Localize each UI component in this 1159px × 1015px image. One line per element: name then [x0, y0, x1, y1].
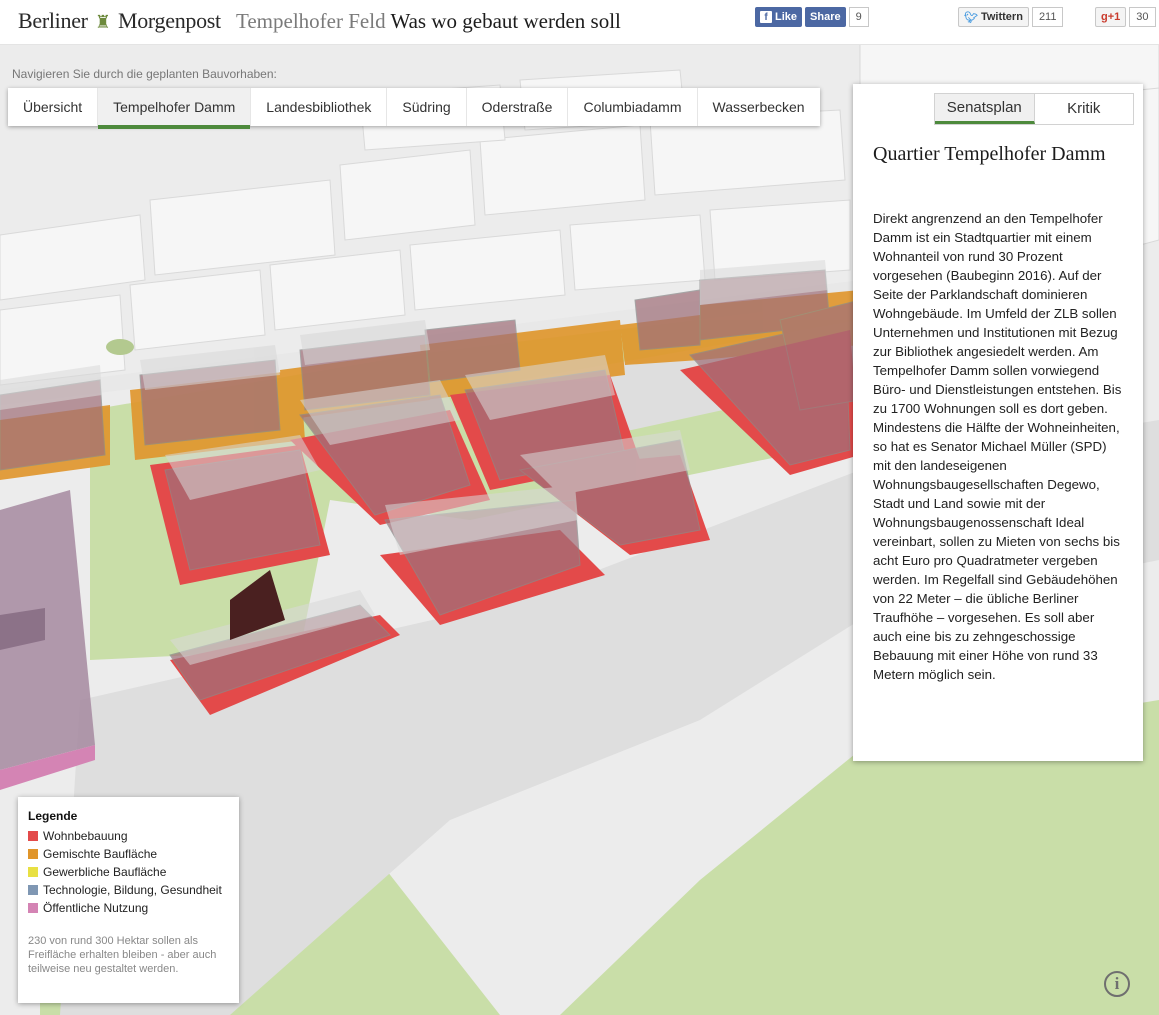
legend-swatch — [28, 903, 38, 913]
tab-senatsplan[interactable]: Senatsplan — [935, 94, 1035, 124]
panel-segmented-control: Senatsplan Kritik — [934, 93, 1134, 125]
logo-left: Berliner — [18, 8, 88, 33]
legend-label: Technologie, Bildung, Gesundheit — [43, 883, 222, 897]
tab-kritik[interactable]: Kritik — [1035, 94, 1134, 124]
twitter-button[interactable]: 🐦︎ Twittern — [958, 7, 1029, 27]
twitter-widget: 🐦︎ Twittern 211 — [958, 7, 1064, 27]
tab-suedring[interactable]: Südring — [387, 88, 467, 126]
site-header: Berliner ♜ Morgenpost Tempelhofer Feld W… — [0, 0, 1159, 45]
facebook-count: 9 — [848, 7, 869, 27]
googleplus-count: 30 — [1129, 7, 1156, 27]
legend-label: Gewerbliche Baufläche — [43, 865, 167, 879]
facebook-share-button[interactable]: Share — [805, 7, 846, 27]
tab-tempelhofer-damm[interactable]: Tempelhofer Damm — [98, 88, 252, 129]
legend-swatch — [28, 867, 38, 877]
twitter-label: Twittern — [980, 11, 1023, 23]
facebook-like-button[interactable]: f Like — [755, 7, 803, 27]
legend-items: Wohnbebauung Gemischte Baufläche Gewerbl… — [28, 827, 222, 917]
googleplus-label: +1 — [1107, 11, 1121, 23]
tab-uebersicht[interactable]: Übersicht — [8, 88, 99, 126]
page-title: Tempelhofer Feld Was wo gebaut werden so… — [236, 9, 621, 34]
legend-label: Gemischte Baufläche — [43, 847, 158, 861]
googleplus-button[interactable]: g +1 — [1095, 7, 1127, 27]
legend-item: Öffentliche Nutzung — [28, 899, 222, 917]
logo[interactable]: Berliner ♜ Morgenpost — [18, 8, 221, 34]
page-title-section: Tempelhofer Feld — [236, 9, 386, 33]
legend-note: 230 von rund 300 Hektar sollen als Freif… — [28, 935, 217, 975]
legend-swatch — [28, 885, 38, 895]
logo-right: Morgenpost — [117, 8, 221, 33]
legend-label: Öffentliche Nutzung — [43, 901, 149, 915]
tab-columbiadamm[interactable]: Columbiadamm — [568, 88, 698, 126]
facebook-icon: f — [760, 11, 772, 23]
legend-swatch — [28, 831, 38, 841]
legend-item: Wohnbebauung — [28, 827, 222, 845]
info-icon[interactable]: i — [1104, 971, 1130, 997]
facebook-share-label: Share — [810, 11, 841, 23]
tab-wasserbecken[interactable]: Wasserbecken — [698, 88, 820, 126]
legend-item: Gemischte Baufläche — [28, 845, 222, 863]
legend: Legende Wohnbebauung Gemischte Baufläche… — [18, 797, 239, 1003]
page-title-main: Was wo gebaut werden soll — [390, 9, 621, 33]
googleplus-icon: g — [1101, 11, 1108, 23]
legend-item: Gewerbliche Baufläche — [28, 863, 222, 881]
info-panel: Senatsplan Kritik Quartier Tempelhofer D… — [853, 84, 1143, 761]
legend-item: Technologie, Bildung, Gesundheit — [28, 881, 222, 899]
panel-text: Direkt angrenzend an den Tempelhofer Dam… — [873, 211, 1122, 682]
nav-hint: Navigieren Sie durch die geplanten Bauvo… — [12, 67, 277, 81]
panel-title: Quartier Tempelhofer Damm — [873, 143, 1106, 165]
tab-landesbibliothek[interactable]: Landesbibliothek — [251, 88, 388, 126]
legend-heading: Legende — [28, 809, 78, 823]
twitter-count: 211 — [1031, 7, 1064, 27]
facebook-widget: f Like Share 9 — [755, 7, 869, 27]
crest-icon: ♜ — [94, 12, 111, 32]
googleplus-widget: g +1 30 — [1095, 7, 1156, 27]
legend-label: Wohnbebauung — [43, 829, 128, 843]
twitter-bird-icon: 🐦︎ — [964, 11, 978, 24]
facebook-like-label: Like — [775, 11, 798, 23]
project-tabs: Übersicht Tempelhofer Damm Landesbibliot… — [8, 88, 820, 129]
tab-oderstrasse[interactable]: Oderstraße — [467, 88, 569, 126]
legend-swatch — [28, 849, 38, 859]
